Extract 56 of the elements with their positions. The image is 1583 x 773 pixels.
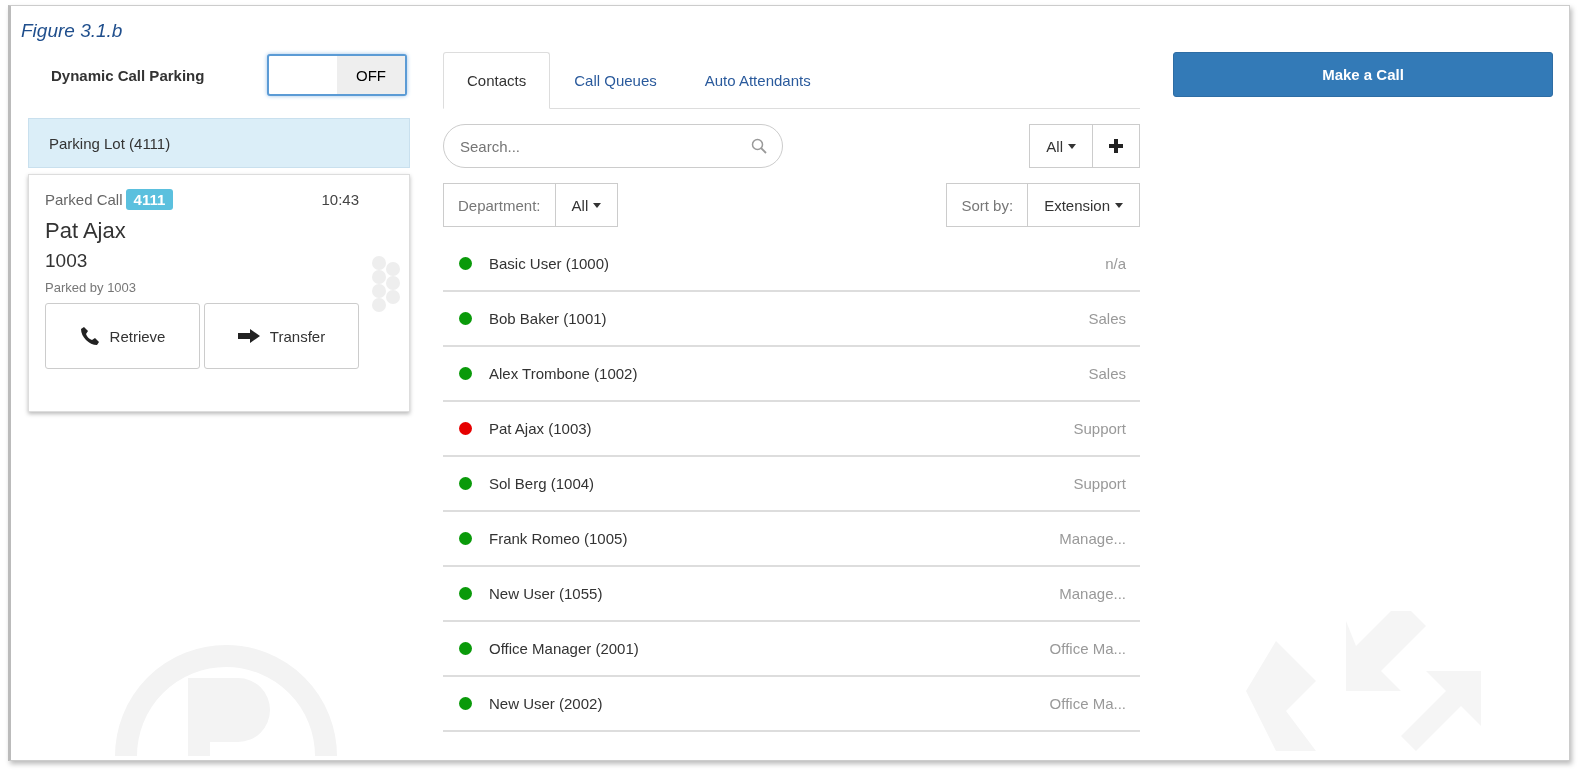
toggle-switch[interactable]: OFF <box>267 54 407 96</box>
contact-row[interactable]: Sol Berg (1004) Support <box>443 457 1140 512</box>
phone-icon <box>79 326 100 346</box>
figure-caption: Figure 3.1.b <box>21 20 123 42</box>
park-time: 10:43 <box>321 191 359 208</box>
contact-department: Office Ma... <box>1049 695 1126 712</box>
plus-icon <box>1109 139 1123 153</box>
contact-name: New User (2002) <box>489 695 603 712</box>
contact-department: Manage... <box>1059 585 1126 602</box>
contact-name: Frank Romeo (1005) <box>489 530 628 547</box>
caret-icon <box>593 202 602 208</box>
filter-label: Department: <box>443 183 555 227</box>
arrow-right-icon <box>237 329 260 343</box>
contact-department: Sales <box>1088 365 1126 382</box>
contact-row[interactable]: Office Manager (2001) Office Ma... <box>443 622 1140 677</box>
make-call-button[interactable]: Make a Call <box>1173 52 1553 97</box>
add-button[interactable] <box>1093 124 1140 168</box>
parked-by-text: Parked by 1003 <box>45 280 138 295</box>
call-action-button[interactable]: Retrieve <box>45 303 200 369</box>
sort-dropdown[interactable]: Extension <box>1027 183 1140 227</box>
call-action-button[interactable]: Transfer <box>204 303 359 369</box>
contact-name: Pat Ajax (1003) <box>489 420 592 437</box>
tab[interactable]: Contacts <box>443 52 551 109</box>
contact-department: Manage... <box>1059 530 1126 547</box>
caret-icon <box>1068 143 1076 149</box>
contact-department: Support <box>1073 475 1126 492</box>
contact-name: Office Manager (2001) <box>489 640 639 657</box>
contact-department: Support <box>1073 420 1126 437</box>
contact-row[interactable]: New User (1055) Manage... <box>443 567 1140 622</box>
department-dropdown[interactable]: All <box>554 183 619 227</box>
search-icon <box>751 138 767 154</box>
contact-row[interactable]: Bob Baker (1001) Sales <box>443 292 1140 347</box>
caller-number: 1003 <box>45 250 89 272</box>
contact-department: n/a <box>1105 255 1126 272</box>
contact-row[interactable]: Alex Trombone (1002) Sales <box>443 347 1140 402</box>
caller-name: Pat Ajax <box>45 218 127 244</box>
filter-dropdown[interactable]: All <box>1029 124 1093 168</box>
parking-lot-header[interactable]: Parking Lot (4111) <box>28 118 410 168</box>
contact-name: Sol Berg (1004) <box>489 475 595 492</box>
card-title: Parked Call <box>45 191 123 208</box>
contact-row[interactable]: Pat Ajax (1003) Support <box>443 402 1140 457</box>
caret-icon <box>1115 202 1123 208</box>
contact-name: Basic User (1000) <box>489 255 610 272</box>
extension-badge: 4111 <box>125 189 174 210</box>
contact-name: Bob Baker (1001) <box>489 310 607 327</box>
contact-name: Alex Trombone (1002) <box>489 365 638 382</box>
contact-row[interactable]: Basic User (1000) n/a <box>443 237 1140 292</box>
contact-row[interactable]: New User (2002) Office Ma... <box>443 677 1140 732</box>
contact-department: Sales <box>1088 310 1126 327</box>
contact-row[interactable]: Frank Romeo (1005) Manage... <box>443 512 1140 567</box>
contact-department: Office Ma... <box>1049 640 1126 657</box>
tab[interactable]: Call Queues <box>550 52 681 109</box>
search-field[interactable]: Search... <box>443 124 783 168</box>
contact-name: New User (1055) <box>489 585 603 602</box>
tab[interactable]: Auto Attendants <box>680 52 835 109</box>
setting-label: Dynamic Call Parking <box>51 66 206 84</box>
